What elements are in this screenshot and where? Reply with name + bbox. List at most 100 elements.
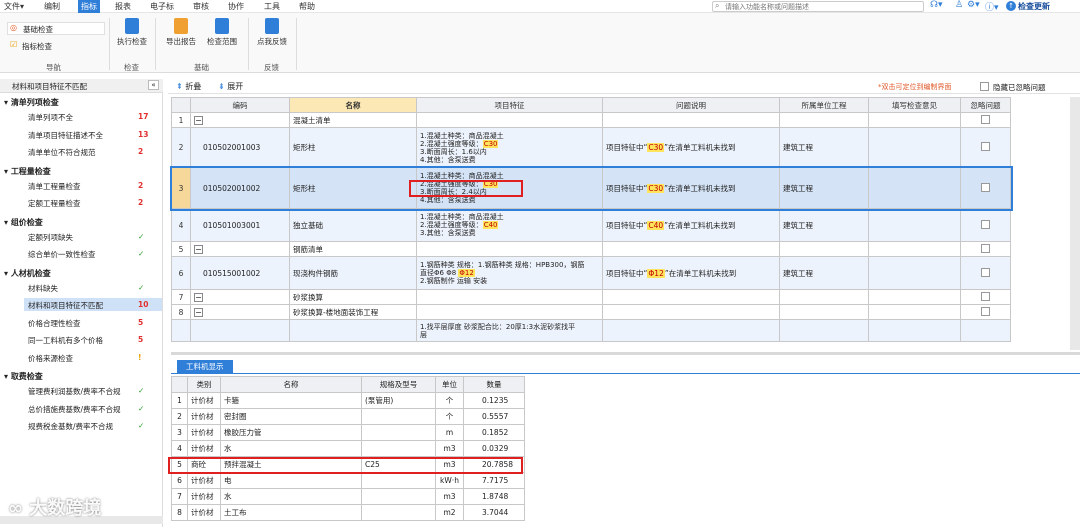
table-row[interactable]: 2 计价材 密封圈 个 0.5557 <box>171 408 525 425</box>
settings-icon[interactable]: ⚙▾ <box>967 0 980 10</box>
tree-item[interactable]: 管理费利润基数/费率不合规 <box>28 386 121 397</box>
column-header[interactable]: 忽略问题 <box>960 97 1011 113</box>
column-header[interactable]: 名称 <box>289 97 417 113</box>
review-opinion-cell[interactable] <box>868 319 961 342</box>
review-opinion-cell[interactable] <box>868 127 961 168</box>
menu-report[interactable]: 报表 <box>115 1 131 12</box>
menu-file[interactable]: 文件▾ <box>4 1 24 12</box>
tree-item[interactable]: 清单单位不符合规范 <box>28 147 96 158</box>
issue-description: 项目特征中“C40”在清单工料机未找到 <box>602 208 780 242</box>
collapse-panel-button[interactable]: « <box>148 80 159 90</box>
table-row[interactable]: 4 计价材水 m3 0.0329 <box>171 440 525 457</box>
tree-item[interactable]: 定额列项缺失 <box>28 232 73 243</box>
ignore-checkbox[interactable] <box>981 182 990 192</box>
tree-item[interactable]: 综合单价一致性检查 <box>28 249 96 260</box>
check-scope-button[interactable]: 检查范围 <box>202 18 242 47</box>
column-header[interactable]: 类别 <box>187 376 221 393</box>
tree-item[interactable]: 清单工程量检查 <box>28 181 81 192</box>
table-row[interactable]: 4 010501003001 独立基础 1.混凝土种类：商品混凝土 2.混凝土强度等级：… <box>171 208 1011 242</box>
group-row[interactable]: 7− 砂浆换算 <box>171 289 1011 305</box>
collapse-icon[interactable]: − <box>194 292 203 302</box>
tree-category[interactable]: ▾ 工程量检查 <box>4 166 51 177</box>
table-row[interactable]: 3 010502001002 矩形柱 1.混凝土种类：商品混凝土 2.混凝土强度等级：C… <box>169 165 1013 211</box>
user-icon[interactable]: ♙ <box>955 0 963 10</box>
tree-item[interactable]: 材料缺失 <box>28 283 58 294</box>
material-spec <box>361 424 436 441</box>
table-row[interactable]: 6 010515001002 现浇构件钢筋 1.钢筋种类 规格：1.钢筋种类 规格：H… <box>171 256 1011 290</box>
menu-ebid[interactable]: 电子标 <box>150 1 174 12</box>
menu-index[interactable]: 指标 <box>78 0 100 13</box>
run-check-button[interactable]: 执行检查 <box>114 18 150 47</box>
feedback-button[interactable]: 点我反馈 <box>253 18 291 47</box>
group-row[interactable]: 8− 砂浆换算-楼地面装饰工程 <box>171 304 1011 320</box>
tree-item[interactable]: 规费税金基数/费率不合规 <box>28 421 113 432</box>
column-header[interactable]: 名称 <box>220 376 362 393</box>
tree-item[interactable]: 价格合理性检查 <box>28 318 81 329</box>
menu-collab[interactable]: 协作 <box>228 1 244 12</box>
tab-material-display[interactable]: 工料机显示 <box>177 360 233 374</box>
table-row[interactable]: 7 计价材水 m3 1.8748 <box>171 488 525 505</box>
group-row[interactable]: 5− 钢筋清单 <box>171 241 1011 257</box>
tree-category[interactable]: ▾ 人材机检查 <box>4 268 51 279</box>
check-update-link[interactable]: 检查更新 <box>1018 1 1050 12</box>
tree-item[interactable]: 清单项目特征描述不全 <box>28 130 103 141</box>
group-row[interactable]: 1− 混凝土清单 <box>171 112 1011 128</box>
grid-vscrollbar[interactable] <box>1070 97 1080 350</box>
group-name: 混凝土清单 <box>289 112 417 128</box>
tree-item[interactable]: 定额工程量检查 <box>28 198 81 209</box>
fold-button[interactable]: ⇞ 折叠 <box>176 81 201 92</box>
ignore-checkbox[interactable] <box>981 142 990 151</box>
hide-ignored-checkbox[interactable] <box>980 82 989 91</box>
column-header[interactable]: 填写检查意见 <box>868 97 961 113</box>
tree-item[interactable]: 价格来源检查 <box>28 353 73 364</box>
table-row[interactable]: 8 计价材 土工布 m2 3.7044 <box>171 504 525 521</box>
review-opinion-cell[interactable] <box>868 208 961 242</box>
nav-item-basic-check[interactable]: ◎ 基础检查 <box>7 22 105 35</box>
tree-category[interactable]: ▾ 清单列项检查 <box>4 97 59 108</box>
export-report-button[interactable]: 导出报告 <box>161 18 201 47</box>
ignore-checkbox[interactable] <box>981 114 990 124</box>
column-header[interactable]: 编码 <box>190 97 290 113</box>
collapse-icon[interactable]: − <box>194 115 203 125</box>
menu-edit[interactable]: 编制 <box>44 1 60 12</box>
tree-item[interactable]: 材料和项目特征不匹配 <box>28 300 103 311</box>
column-header[interactable]: 问题说明 <box>602 97 780 113</box>
menu-tools[interactable]: 工具 <box>264 1 280 12</box>
column-header[interactable]: 数量 <box>463 376 525 393</box>
table-row[interactable]: 1.找平层厚度 砂浆配合比：20厚1:3水泥砂浆找平层 <box>171 319 1011 342</box>
menu-help[interactable]: 帮助 <box>299 1 315 12</box>
table-row[interactable]: 6 计价材电 kW·h 7.7175 <box>171 472 525 489</box>
tree-item[interactable]: 清单列项不全 <box>28 112 73 123</box>
table-row[interactable]: 1 计价材 卡箍 (泵管用) 个 0.1235 <box>171 392 525 409</box>
tree-category[interactable]: ▾ 组价检查 <box>4 217 43 228</box>
column-header[interactable]: 所属单位工程 <box>779 97 869 113</box>
review-opinion-cell[interactable] <box>868 167 961 209</box>
grid-splitter[interactable] <box>171 352 1080 355</box>
collapse-icon[interactable]: − <box>194 244 203 254</box>
column-header[interactable]: 规格及型号 <box>361 376 436 393</box>
tree-category[interactable]: ▾ 取费检查 <box>4 371 43 382</box>
ignore-checkbox[interactable] <box>981 267 990 277</box>
ignore-checkbox[interactable] <box>981 306 990 316</box>
ignore-checkbox[interactable] <box>981 291 990 301</box>
table-row[interactable]: 3 计价材 橡胶压力管 m 0.1852 <box>171 424 525 441</box>
headset-icon[interactable]: ☊▾ <box>930 0 943 10</box>
expand-arrow-icon: ▾ <box>4 98 11 107</box>
search-input[interactable] <box>725 2 915 11</box>
group-name: 钢筋清单 <box>289 241 417 257</box>
tree-item[interactable]: 总价措施费基数/费率不合规 <box>28 404 121 415</box>
column-header[interactable]: 项目特征 <box>416 97 603 113</box>
column-header[interactable] <box>171 376 188 393</box>
ignore-checkbox[interactable] <box>981 243 990 253</box>
review-opinion-cell[interactable] <box>868 256 961 290</box>
column-header[interactable] <box>171 97 191 113</box>
info-icon[interactable]: ⓘ▾ <box>985 0 999 13</box>
menu-review[interactable]: 审核 <box>193 1 209 12</box>
nav-item-index-check[interactable]: ☑ 指标检查 <box>7 40 105 53</box>
expand-button[interactable]: ⇟ 展开 <box>218 81 243 92</box>
column-header[interactable]: 单位 <box>435 376 464 393</box>
tree-item[interactable]: 同一工料机有多个价格 <box>28 335 103 346</box>
table-row[interactable]: 2 010502001003 矩形柱 1.混凝土种类：商品混凝土 2.混凝土强度等级：C… <box>171 127 1011 168</box>
collapse-icon[interactable]: − <box>194 307 203 317</box>
ignore-checkbox[interactable] <box>981 219 990 229</box>
